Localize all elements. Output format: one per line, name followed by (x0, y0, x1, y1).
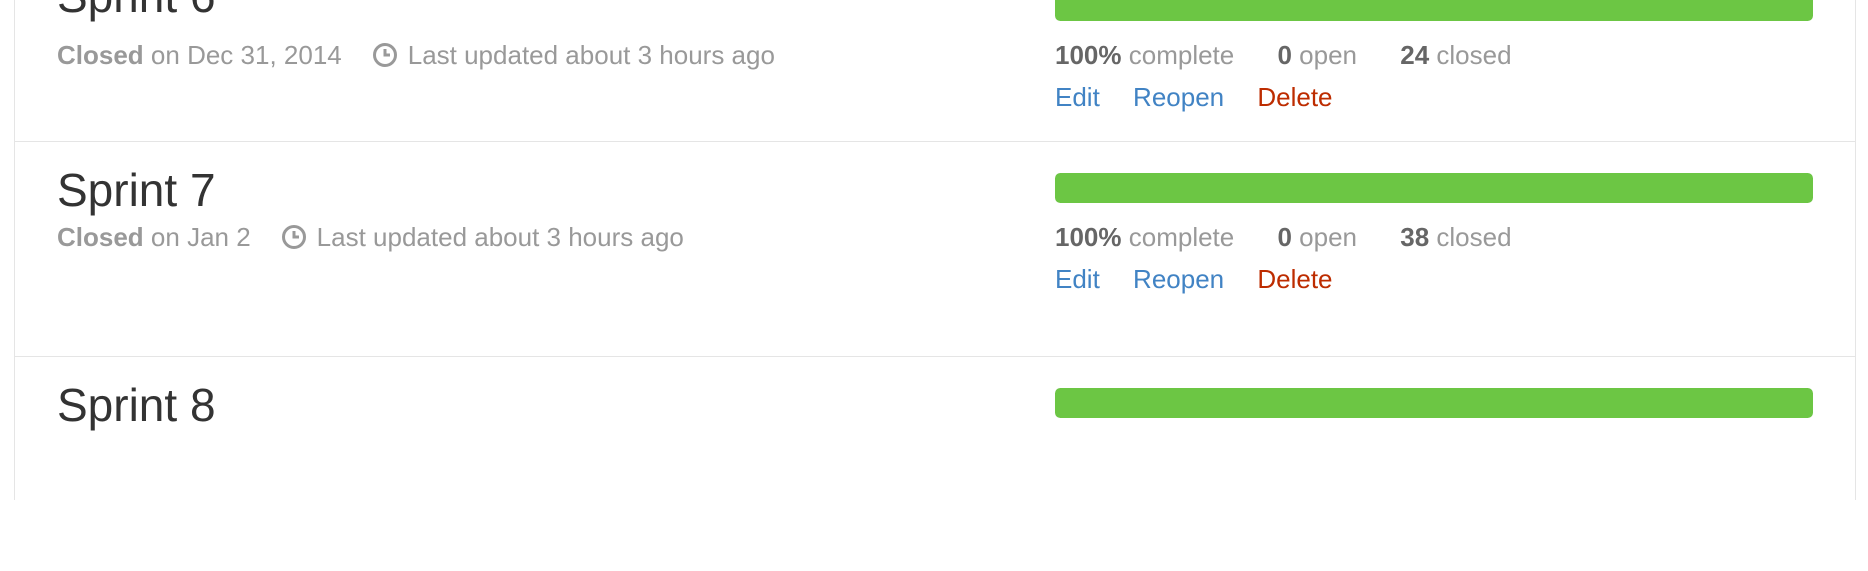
closed-issues-count[interactable]: 24 closed (1400, 40, 1511, 70)
milestone-updated: Last updated about 3 hours ago (407, 40, 775, 70)
progress-bar-fill (1055, 173, 1813, 203)
milestone-stats: 100% complete 0 open 24 closed (1055, 38, 1548, 72)
milestones-list: Sprint 6 Closed on Dec 31, 2014 Last upd… (14, 0, 1856, 500)
milestone-meta: Closed on Jan 2 Last updated about 3 hou… (57, 220, 684, 254)
progress-bar (1055, 173, 1813, 203)
clock-icon (281, 225, 306, 249)
progress-bar-fill (1055, 0, 1813, 21)
milestone-title[interactable]: Sprint 7 (57, 162, 216, 218)
milestone-title[interactable]: Sprint 8 (57, 377, 216, 433)
milestone-actions: Edit Reopen Delete (1055, 262, 1359, 296)
delete-link[interactable]: Delete (1257, 264, 1332, 294)
milestone-updated: Last updated about 3 hours ago (316, 222, 684, 252)
milestone-item: Sprint 8 (15, 356, 1855, 571)
milestone-stats: 100% complete 0 open 38 closed (1055, 220, 1548, 254)
progress-bar (1055, 388, 1813, 418)
milestone-date: on Jan 2 (150, 222, 251, 252)
open-issues-count[interactable]: 0 open (1277, 222, 1357, 252)
milestone-actions: Edit Reopen Delete (1055, 80, 1359, 114)
milestone-meta: Closed on Dec 31, 2014 Last updated abou… (57, 38, 775, 72)
milestone-title[interactable]: Sprint 6 (57, 0, 216, 24)
delete-link[interactable]: Delete (1257, 82, 1332, 112)
percent-complete: 100% complete (1055, 222, 1235, 252)
progress-bar-fill (1055, 388, 1813, 418)
open-issues-count[interactable]: 0 open (1277, 40, 1357, 70)
milestone-date: on Dec 31, 2014 (150, 40, 342, 70)
reopen-link[interactable]: Reopen (1133, 82, 1224, 112)
edit-link[interactable]: Edit (1055, 264, 1100, 294)
reopen-link[interactable]: Reopen (1133, 264, 1224, 294)
edit-link[interactable]: Edit (1055, 82, 1100, 112)
milestone-state: Closed (57, 40, 144, 70)
progress-bar (1055, 0, 1813, 21)
clock-icon (372, 43, 397, 67)
percent-complete: 100% complete (1055, 40, 1235, 70)
closed-issues-count[interactable]: 38 closed (1400, 222, 1511, 252)
milestone-state: Closed (57, 222, 144, 252)
milestone-item: Sprint 7 Closed on Jan 2 Last updated ab… (15, 141, 1855, 356)
